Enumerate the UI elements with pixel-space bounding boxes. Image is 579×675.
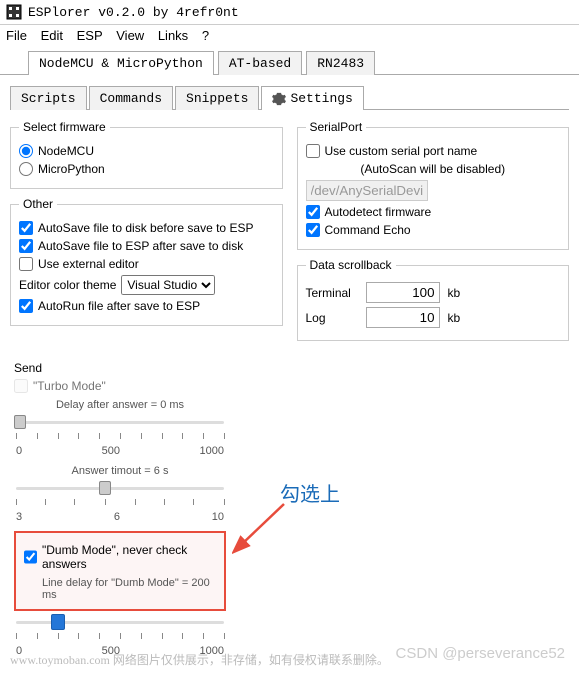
delay-slider[interactable]	[16, 413, 224, 431]
tab-scripts[interactable]: Scripts	[10, 86, 87, 110]
tab-commands[interactable]: Commands	[89, 86, 173, 110]
firmware-group: Select firmware NodeMCU MicroPython	[10, 120, 283, 189]
chk-autosave-esp-label: AutoSave file to ESP after save to disk	[38, 239, 243, 253]
radio-micropython-label: MicroPython	[38, 162, 105, 176]
menu-help[interactable]: ?	[202, 28, 209, 43]
scrollback-group: Data scrollback Terminal kb Log kb	[297, 258, 570, 341]
tab-nodemcu[interactable]: NodeMCU & MicroPython	[28, 51, 214, 75]
theme-label: Editor color theme	[19, 278, 116, 292]
window-title: ESPlorer v0.2.0 by 4refr0nt	[28, 5, 239, 20]
scrollback-legend: Data scrollback	[306, 258, 396, 272]
tab-snippets[interactable]: Snippets	[175, 86, 259, 110]
scrollback-log-input[interactable]	[366, 307, 440, 328]
scrollback-log-label: Log	[306, 311, 358, 325]
watermark-bottom-left: www.toymoban.com 网络图片仅供展示，非存储，如有侵权请联系删除。	[10, 651, 389, 668]
top-tabs: NodeMCU & MicroPython AT-based RN2483	[0, 46, 579, 75]
dumb-slider[interactable]	[16, 613, 224, 631]
watermark-bottom-right: CSDN @perseverance52	[396, 645, 565, 662]
menu-view[interactable]: View	[116, 28, 144, 43]
timeout-slider[interactable]	[16, 479, 224, 497]
radio-micropython[interactable]	[19, 162, 33, 176]
timeout-caption: Answer timout = 6 s	[14, 465, 226, 477]
scale-0: 0	[16, 445, 22, 457]
chk-autosave-disk-label: AutoSave file to disk before save to ESP	[38, 221, 253, 235]
chk-autorun[interactable]	[19, 299, 33, 313]
chk-echo-label: Command Echo	[325, 223, 411, 237]
chk-autosave-disk[interactable]	[19, 221, 33, 235]
chk-external-editor[interactable]	[19, 257, 33, 271]
menu-bar: File Edit ESP View Links ?	[0, 25, 579, 46]
scale2-3: 3	[16, 511, 22, 523]
serialport-legend: SerialPort	[306, 120, 367, 134]
chk-custom-serial[interactable]	[306, 144, 320, 158]
serial-hint: (AutoScan will be disabled)	[360, 162, 505, 176]
chk-autosave-esp[interactable]	[19, 239, 33, 253]
chk-autodetect[interactable]	[306, 205, 320, 219]
menu-file[interactable]: File	[6, 28, 27, 43]
radio-nodemcu[interactable]	[19, 144, 33, 158]
delay-caption: Delay after answer = 0 ms	[14, 399, 226, 411]
firmware-legend: Select firmware	[19, 120, 110, 134]
dumb-mode-highlight: "Dumb Mode", never check answers Line de…	[14, 531, 226, 611]
scale2-6: 6	[114, 511, 120, 523]
tab-at-based[interactable]: AT-based	[218, 51, 302, 75]
chk-echo[interactable]	[306, 223, 320, 237]
inner-tabs: Scripts Commands Snippets Settings	[10, 85, 569, 110]
scale2-10: 10	[212, 511, 224, 523]
scrollback-log-unit: kb	[448, 311, 461, 325]
chk-dumb-mode-label: "Dumb Mode", never check answers	[42, 543, 216, 571]
menu-esp[interactable]: ESP	[77, 28, 103, 43]
scale-1000: 1000	[200, 445, 224, 457]
scrollback-terminal-label: Terminal	[306, 286, 358, 300]
radio-nodemcu-label: NodeMCU	[38, 144, 94, 158]
chk-turbo	[14, 379, 28, 393]
menu-links[interactable]: Links	[158, 28, 188, 43]
tab-settings[interactable]: Settings	[261, 86, 363, 110]
arrow-icon	[232, 498, 292, 558]
scrollback-terminal-unit: kb	[448, 286, 461, 300]
dumb-caption: Line delay for "Dumb Mode" = 200 ms	[24, 577, 216, 601]
chk-autodetect-label: Autodetect firmware	[325, 205, 432, 219]
other-legend: Other	[19, 197, 57, 211]
serial-device-input	[306, 180, 428, 201]
serialport-group: SerialPort Use custom serial port name (…	[297, 120, 570, 250]
menu-edit[interactable]: Edit	[41, 28, 63, 43]
theme-select[interactable]: Visual Studio	[121, 275, 215, 295]
title-bar: ESPlorer v0.2.0 by 4refr0nt	[0, 0, 579, 25]
chk-dumb-mode[interactable]	[24, 550, 37, 564]
chk-custom-serial-label: Use custom serial port name	[325, 144, 478, 158]
chk-external-editor-label: Use external editor	[38, 257, 139, 271]
send-label: Send	[14, 361, 226, 375]
app-icon	[6, 4, 22, 20]
gear-icon	[272, 92, 286, 106]
other-group: Other AutoSave file to disk before save …	[10, 197, 283, 326]
scale-500: 500	[102, 445, 120, 457]
tab-rn2483[interactable]: RN2483	[306, 51, 375, 75]
scrollback-terminal-input[interactable]	[366, 282, 440, 303]
chk-turbo-label: "Turbo Mode"	[33, 379, 106, 393]
tab-settings-label: Settings	[290, 91, 352, 106]
chk-autorun-label: AutoRun file after save to ESP	[38, 299, 200, 313]
